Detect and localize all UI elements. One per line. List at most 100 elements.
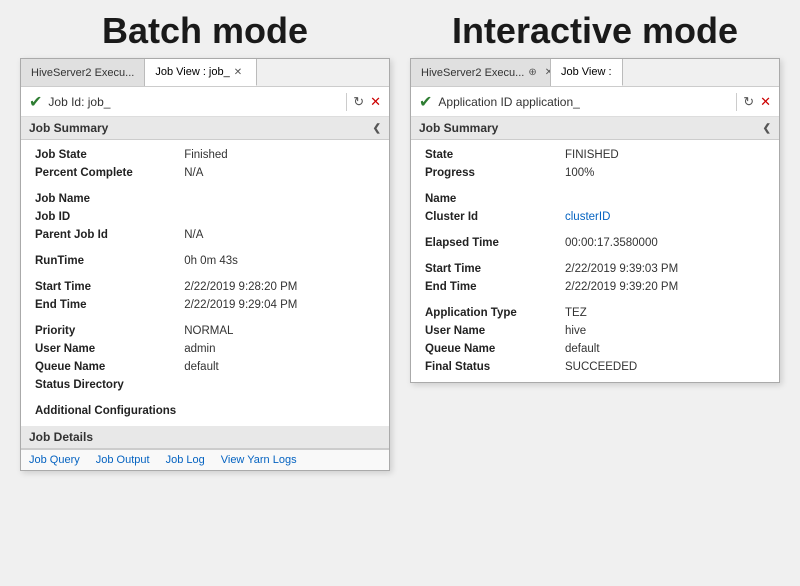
- interactive-spacer-row: [421, 296, 769, 304]
- batch-job-details-header: Job Details: [21, 426, 389, 449]
- batch-field-row: RunTime0h 0m 43s: [31, 252, 379, 270]
- interactive-spacer-row: [421, 252, 769, 260]
- interactive-field-label: Progress: [421, 164, 561, 182]
- batch-tab-1[interactable]: HiveServer2 Execu...: [21, 59, 145, 86]
- interactive-job-summary-label: Job Summary: [419, 121, 498, 135]
- batch-tab-job-query[interactable]: Job Query: [29, 454, 80, 466]
- interactive-field-value: TEZ: [561, 304, 769, 322]
- interactive-content-area: StateFINISHEDProgress100%NameCluster Idc…: [411, 140, 779, 382]
- interactive-field-row: Queue Namedefault: [421, 340, 769, 358]
- interactive-field-row: End Time2/22/2019 9:39:20 PM: [421, 278, 769, 296]
- batch-field-value: [180, 190, 379, 208]
- batch-field-row: Additional Configurations: [31, 402, 379, 420]
- interactive-field-label: End Time: [421, 278, 561, 296]
- interactive-check-icon: ✔: [419, 92, 432, 112]
- interactive-field-value: 2/22/2019 9:39:20 PM: [561, 278, 769, 296]
- interactive-tab1-label: HiveServer2 Execu...: [421, 67, 524, 79]
- interactive-refresh-icon[interactable]: ↻: [743, 94, 754, 110]
- batch-field-label: Job ID: [31, 208, 180, 226]
- interactive-field-row: StateFINISHED: [421, 146, 769, 164]
- batch-divider: [346, 93, 347, 111]
- batch-field-value: N/A: [180, 226, 379, 244]
- batch-check-icon: ✔: [29, 92, 42, 112]
- batch-spacer-row: [31, 314, 379, 322]
- interactive-field-label: User Name: [421, 322, 561, 340]
- interactive-tab1-close-icon[interactable]: ✕: [541, 67, 551, 78]
- interactive-field-row: Name: [421, 190, 769, 208]
- batch-field-value: [180, 402, 379, 420]
- interactive-tab-area: HiveServer2 Execu... ⊕ ✕ Job View :: [411, 59, 779, 86]
- interactive-tab-1[interactable]: HiveServer2 Execu... ⊕ ✕: [411, 59, 551, 86]
- interactive-field-row: Application TypeTEZ: [421, 304, 769, 322]
- batch-job-summary-header: Job Summary ❮: [21, 117, 389, 140]
- interactive-spacer-row: [421, 226, 769, 234]
- batch-bottom-tabs: Job Query Job Output Job Log View Yarn L…: [21, 449, 389, 470]
- interactive-field-value: 00:00:17.3580000: [561, 234, 769, 252]
- batch-content-area: Job StateFinishedPercent CompleteN/A Job …: [21, 140, 389, 426]
- interactive-field-label: Final Status: [421, 358, 561, 376]
- interactive-titlebar: HiveServer2 Execu... ⊕ ✕ Job View :: [411, 59, 779, 87]
- interactive-field-value: 100%: [561, 164, 769, 182]
- batch-field-row: Status Directory: [31, 376, 379, 394]
- batch-tab-job-output[interactable]: Job Output: [96, 454, 150, 466]
- interactive-field-label: Queue Name: [421, 340, 561, 358]
- batch-tab2-close-icon[interactable]: ✕: [230, 67, 246, 78]
- batch-field-row: Queue Namedefault: [31, 358, 379, 376]
- batch-close-icon[interactable]: ✕: [370, 94, 381, 110]
- batch-field-label: RunTime: [31, 252, 180, 270]
- interactive-field-label: State: [421, 146, 561, 164]
- batch-field-row: Job ID: [31, 208, 379, 226]
- batch-mode-title: Batch mode: [102, 10, 308, 52]
- batch-field-row: End Time2/22/2019 9:29:04 PM: [31, 296, 379, 314]
- interactive-tab1-x-icon[interactable]: ⊕: [524, 67, 540, 78]
- interactive-close-icon[interactable]: ✕: [760, 94, 771, 110]
- interactive-mode-section: Interactive mode HiveServer2 Execu... ⊕ …: [410, 10, 780, 383]
- interactive-field-row: Start Time2/22/2019 9:39:03 PM: [421, 260, 769, 278]
- batch-titlebar: HiveServer2 Execu... Job View : job_ ✕: [21, 59, 389, 87]
- interactive-field-value[interactable]: clusterID: [561, 208, 769, 226]
- interactive-tab2-label: Job View :: [561, 66, 612, 78]
- interactive-field-value: hive: [561, 322, 769, 340]
- batch-refresh-icon[interactable]: ↻: [353, 94, 364, 110]
- batch-tab-area: HiveServer2 Execu... Job View : job_ ✕: [21, 59, 389, 86]
- interactive-fields-table: StateFINISHEDProgress100%NameCluster Idc…: [421, 146, 769, 376]
- batch-field-row: Parent Job IdN/A: [31, 226, 379, 244]
- interactive-field-row: Final StatusSUCCEEDED: [421, 358, 769, 376]
- batch-field-label: Priority: [31, 322, 180, 340]
- batch-window: HiveServer2 Execu... Job View : job_ ✕ ✔…: [20, 58, 390, 471]
- batch-field-label: Additional Configurations: [31, 402, 180, 420]
- interactive-field-value: FINISHED: [561, 146, 769, 164]
- interactive-field-label: Name: [421, 190, 561, 208]
- batch-field-value: 2/22/2019 9:28:20 PM: [180, 278, 379, 296]
- batch-tab-view-yarn-logs[interactable]: View Yarn Logs: [221, 454, 297, 466]
- batch-field-value: N/A: [180, 164, 379, 182]
- interactive-collapse-icon[interactable]: ❮: [763, 123, 771, 134]
- interactive-app-id-bar: ✔ Application ID application_ ↻ ✕: [411, 87, 779, 117]
- interactive-spacer-row: [421, 182, 769, 190]
- batch-field-value: admin: [180, 340, 379, 358]
- batch-field-value: default: [180, 358, 379, 376]
- interactive-mode-title: Interactive mode: [452, 10, 738, 52]
- batch-field-value: [180, 376, 379, 394]
- batch-field-label: Status Directory: [31, 376, 180, 394]
- batch-tab-2[interactable]: Job View : job_ ✕: [145, 59, 257, 86]
- batch-spacer-row: [31, 270, 379, 278]
- interactive-field-value: [561, 190, 769, 208]
- interactive-field-value: default: [561, 340, 769, 358]
- batch-field-row: Job Name: [31, 190, 379, 208]
- batch-field-row: User Nameadmin: [31, 340, 379, 358]
- batch-field-value: [180, 208, 379, 226]
- batch-field-row: Start Time2/22/2019 9:28:20 PM: [31, 278, 379, 296]
- batch-collapse-icon[interactable]: ❮: [373, 123, 381, 134]
- batch-tab-job-log[interactable]: Job Log: [166, 454, 205, 466]
- batch-field-value: 0h 0m 43s: [180, 252, 379, 270]
- interactive-tab-2[interactable]: Job View :: [551, 59, 623, 86]
- batch-fields-table: Job StateFinishedPercent CompleteN/A Job …: [31, 146, 379, 420]
- batch-job-id-bar: ✔ Job Id: job_ ↻ ✕: [21, 87, 389, 117]
- batch-tab2-label: Job View : job_: [155, 66, 229, 78]
- interactive-field-value: 2/22/2019 9:39:03 PM: [561, 260, 769, 278]
- batch-field-row: Job StateFinished: [31, 146, 379, 164]
- batch-field-value: 2/22/2019 9:29:04 PM: [180, 296, 379, 314]
- batch-field-row: Percent CompleteN/A: [31, 164, 379, 182]
- batch-spacer-row: [31, 394, 379, 402]
